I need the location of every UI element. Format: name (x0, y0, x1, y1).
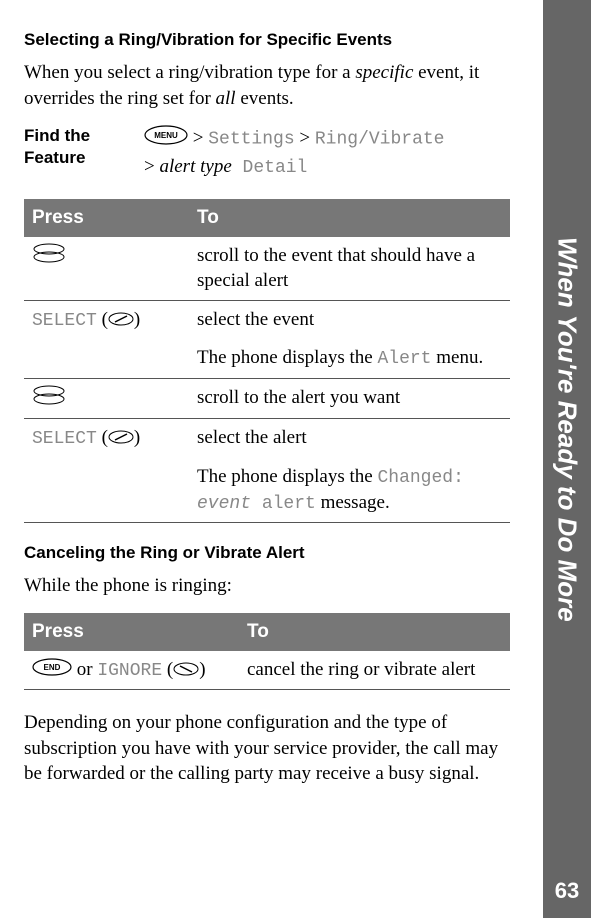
table-row: SELECT () select the alert (24, 419, 510, 458)
table-row: END or IGNORE () cancel the ring or vibr… (24, 651, 510, 690)
table-cancel-alert: Press To END or IGNORE () cancel the rin… (24, 613, 510, 690)
r4b-mono: Changed: (377, 468, 463, 488)
section-heading-cancel: Canceling the Ring or Vibrate Alert (24, 543, 510, 563)
intro-all: all (216, 88, 236, 109)
svg-text:END: END (44, 663, 61, 672)
cell-to-select-alert: select the alert (189, 419, 510, 458)
table-header-row2: Press To (24, 613, 510, 651)
r4b-post: message. (316, 492, 390, 513)
side-tab: When You're Ready to Do More 63 (543, 0, 591, 918)
find-feature-path: MENU > Settings > Ring/Vibrate > alert t… (144, 125, 510, 181)
intro-post: events. (236, 88, 294, 109)
scroll-key-icon (32, 385, 66, 413)
cell-empty2 (24, 458, 189, 523)
cell-to-displays-changed: The phone displays the Changed: event al… (189, 458, 510, 523)
path-gt2: > (295, 128, 315, 149)
table-row: SELECT () select the event (24, 300, 510, 339)
section-heading-select: Selecting a Ring/Vibration for Specific … (24, 30, 510, 50)
cell-press-select: SELECT () (24, 300, 189, 339)
cell-to-scroll-alert: scroll to the alert you want (189, 378, 510, 419)
softkey-icon (108, 426, 134, 452)
cell-to-scroll-event: scroll to the event that should have a s… (189, 237, 510, 301)
r4b-pre: The phone displays the (197, 466, 377, 487)
cell-press-end-ignore: END or IGNORE () (24, 651, 239, 690)
or-text: or (72, 659, 97, 680)
cell-press-select2: SELECT () (24, 419, 189, 458)
section2-intro: While the phone is ringing: (24, 573, 510, 599)
page-content: Selecting a Ring/Vibration for Specific … (0, 0, 530, 821)
section1-intro: When you select a ring/vibration type fo… (24, 60, 510, 111)
select-label: SELECT (32, 311, 97, 331)
r2b-mono: Alert (377, 349, 431, 369)
menu-key-icon: MENU (144, 125, 188, 154)
th-to2: To (239, 613, 510, 651)
r2b-post: menu. (431, 347, 483, 368)
path-ringvib: Ring/Vibrate (315, 130, 445, 150)
select-label2: SELECT (32, 429, 97, 449)
path-settings: Settings (208, 130, 294, 150)
path-alert-type: alert type (159, 156, 231, 177)
cell-to-displays-alert: The phone displays the Alert menu. (189, 339, 510, 378)
table-row: The phone displays the Changed: event al… (24, 458, 510, 523)
softkey-icon (108, 308, 134, 334)
table-row: scroll to the event that should have a s… (24, 237, 510, 301)
cell-to-select-event: select the event (189, 300, 510, 339)
r4b-mono3: alert (251, 494, 316, 514)
ignore-label: IGNORE (97, 661, 162, 681)
path-gt1: > (188, 128, 208, 149)
svg-text:MENU: MENU (154, 131, 178, 140)
side-tab-label: When You're Ready to Do More (543, 0, 591, 918)
end-key-icon: END (32, 658, 72, 684)
table-select-alert: Press To scroll to the event that should… (24, 199, 510, 523)
cell-empty (24, 339, 189, 378)
cell-press-scroll2 (24, 378, 189, 419)
path-line2-gt: > (144, 156, 159, 177)
softkey-icon-left (173, 658, 199, 684)
intro-specific: specific (355, 62, 413, 83)
th-press: Press (24, 199, 189, 237)
cell-to-cancel: cancel the ring or vibrate alert (239, 651, 510, 690)
path-detail: Detail (232, 158, 308, 178)
cell-press-scroll (24, 237, 189, 301)
find-label-l1: Find the (24, 126, 90, 145)
find-label-l2: Feature (24, 148, 85, 167)
footer-paragraph: Depending on your phone configuration an… (24, 710, 510, 787)
table-row: scroll to the alert you want (24, 378, 510, 419)
page-number: 63 (551, 878, 583, 904)
r4b-mono-em: event (197, 494, 251, 514)
table-header-row: Press To (24, 199, 510, 237)
r2b-pre: The phone displays the (197, 347, 377, 368)
table-row: The phone displays the Alert menu. (24, 339, 510, 378)
intro-pre: When you select a ring/vibration type fo… (24, 62, 355, 83)
find-feature-label: Find the Feature (24, 125, 144, 169)
find-the-feature: Find the Feature MENU > Settings > Ring/… (24, 125, 510, 181)
th-to: To (189, 199, 510, 237)
scroll-key-icon (32, 243, 66, 271)
th-press2: Press (24, 613, 239, 651)
